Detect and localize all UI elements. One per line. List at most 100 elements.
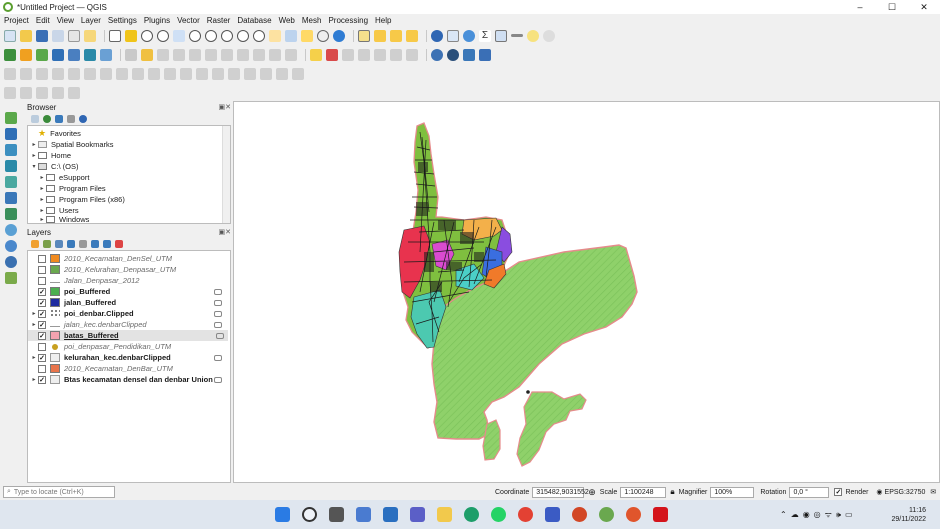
move-label-icon[interactable] (374, 48, 386, 61)
layer-item[interactable]: 2010_Kelurahan_Denpasar_UTM (30, 264, 226, 275)
temporal-controller-icon[interactable] (317, 29, 329, 42)
menu-help[interactable]: Help (375, 16, 391, 25)
maximize-icon[interactable]: ☐ (876, 0, 908, 14)
layer-checkbox[interactable] (38, 342, 46, 351)
eye-icon[interactable] (214, 299, 222, 306)
merge-attributes-icon[interactable] (228, 67, 240, 80)
browser-item-drive-c[interactable]: ▾ C:\ (OS) (30, 161, 78, 172)
add-raster-layer-icon[interactable] (52, 48, 64, 61)
show-labels-icon[interactable] (358, 48, 370, 61)
open-project-icon[interactable] (20, 29, 32, 42)
add-wfs-icon[interactable] (5, 256, 17, 268)
acrobat-icon[interactable] (653, 507, 668, 522)
widgets-icon[interactable] (356, 507, 371, 522)
layer-item[interactable]: 2010_Kecamatan_DenSel_UTM (30, 253, 226, 264)
add-rectangle-icon[interactable] (36, 86, 48, 99)
add-csv-layer-icon[interactable] (84, 48, 96, 61)
eye-icon[interactable] (216, 332, 224, 339)
undo-icon[interactable] (269, 48, 281, 61)
panel-float-close-icon[interactable]: ▣✕ (219, 103, 231, 111)
map-tips-icon[interactable] (527, 29, 539, 42)
menu-raster[interactable]: Raster (207, 16, 231, 25)
new-print-layout-icon[interactable] (68, 29, 80, 42)
new-bookmark-icon[interactable] (301, 29, 313, 42)
reverse-line-icon[interactable] (276, 67, 288, 80)
split-parts-icon[interactable] (196, 67, 208, 80)
measure-line-icon[interactable] (511, 34, 523, 37)
attribute-table-icon[interactable] (447, 29, 459, 42)
layer-checkbox[interactable]: ✓ (38, 298, 46, 307)
locator-search-input[interactable]: ⌕ Type to locate (Ctrl+K) (3, 486, 115, 498)
collapse-all-icon[interactable] (67, 115, 75, 123)
identify-features-icon[interactable] (358, 29, 370, 42)
close-icon[interactable]: ✕ (908, 0, 940, 14)
vertex-tool-icon[interactable] (189, 48, 201, 61)
scale-field[interactable]: 1:100248 (620, 486, 667, 498)
shape-digitize-icon[interactable] (4, 86, 16, 99)
add-selected-icon[interactable] (31, 115, 39, 123)
enable-properties-icon[interactable] (79, 115, 87, 123)
processing-toolbox-icon[interactable] (463, 29, 475, 42)
menu-layer[interactable]: Layer (81, 16, 101, 25)
zoom-out-icon[interactable] (157, 29, 169, 42)
delete-part-icon[interactable] (132, 67, 144, 80)
save-project-icon[interactable] (36, 29, 48, 42)
pan-to-selection-icon[interactable] (125, 29, 137, 42)
label-highlight-icon[interactable] (326, 48, 338, 61)
layer-checkbox[interactable]: ✓ (38, 320, 46, 329)
edge-icon[interactable] (464, 507, 479, 522)
layer-checkbox[interactable] (38, 265, 46, 274)
browser-item-home[interactable]: ▸ Home (30, 150, 71, 161)
layer-item-selected[interactable]: ✓ batas_Buffered (28, 330, 228, 341)
current-edits-icon[interactable] (125, 48, 137, 61)
open-layer-styling-icon[interactable] (31, 240, 39, 248)
add-delimited-text-icon[interactable] (5, 160, 17, 172)
layer-item[interactable]: ✓ poi_Buffered (30, 286, 226, 297)
word-icon[interactable] (545, 507, 560, 522)
eye-icon[interactable] (214, 321, 222, 328)
deselect-all-icon[interactable] (406, 29, 418, 42)
layer-checkbox[interactable] (38, 364, 46, 373)
zoom-next-icon[interactable] (253, 29, 265, 42)
whatsapp-icon[interactable] (491, 507, 506, 522)
extents-toggle-icon[interactable]: ⊕ (588, 487, 596, 498)
move-feature-icon[interactable] (20, 67, 32, 80)
expand-all-icon[interactable] (91, 240, 99, 248)
coordinate-field[interactable]: 315482,9031552 (532, 486, 589, 498)
data-source-manager-icon[interactable] (4, 48, 16, 61)
settings-gear-icon[interactable] (543, 29, 555, 42)
qgis-taskbar-icon[interactable] (599, 507, 614, 522)
add-group-icon[interactable] (43, 240, 51, 248)
menu-settings[interactable]: Settings (108, 16, 137, 25)
split-features-icon[interactable] (180, 67, 192, 80)
delete-ring-icon[interactable] (116, 67, 128, 80)
offset-symbols-icon[interactable] (260, 67, 272, 80)
reshape-icon[interactable] (148, 67, 160, 80)
add-vector-icon[interactable] (5, 112, 17, 124)
map-canvas[interactable] (233, 101, 940, 483)
redo-icon[interactable] (285, 48, 297, 61)
paste-features-icon[interactable] (253, 48, 265, 61)
advanced-digitize-icon[interactable] (4, 67, 16, 80)
render-checkbox[interactable]: ✓ (834, 488, 843, 496)
browser-item-esupport[interactable]: ▸ eSupport (38, 172, 89, 183)
zoom-in-icon[interactable] (141, 29, 153, 42)
powerpoint-icon[interactable] (572, 507, 587, 522)
new-project-icon[interactable] (4, 29, 16, 42)
menu-database[interactable]: Database (237, 16, 271, 25)
rotate-label-icon[interactable] (390, 48, 402, 61)
crs-label[interactable]: EPSG:32750 (885, 489, 926, 496)
layer-item[interactable]: ▸ ✓ jalan_kec.denbarClipped (30, 319, 226, 330)
add-raster-icon[interactable] (5, 128, 17, 140)
zoom-last-icon[interactable] (237, 29, 249, 42)
taskbar-search-icon[interactable] (302, 507, 317, 522)
filter-legend-icon[interactable] (67, 240, 75, 248)
menu-view[interactable]: View (57, 16, 74, 25)
add-regular-polygon-icon[interactable] (52, 86, 64, 99)
collapse-layers-icon[interactable] (103, 240, 111, 248)
database-icon[interactable] (431, 48, 443, 61)
menu-web[interactable]: Web (279, 16, 295, 25)
new-3d-view-icon[interactable] (285, 29, 297, 42)
manage-map-themes-icon[interactable] (55, 240, 63, 248)
browser-item-favorites[interactable]: ★ Favorites (30, 128, 81, 139)
